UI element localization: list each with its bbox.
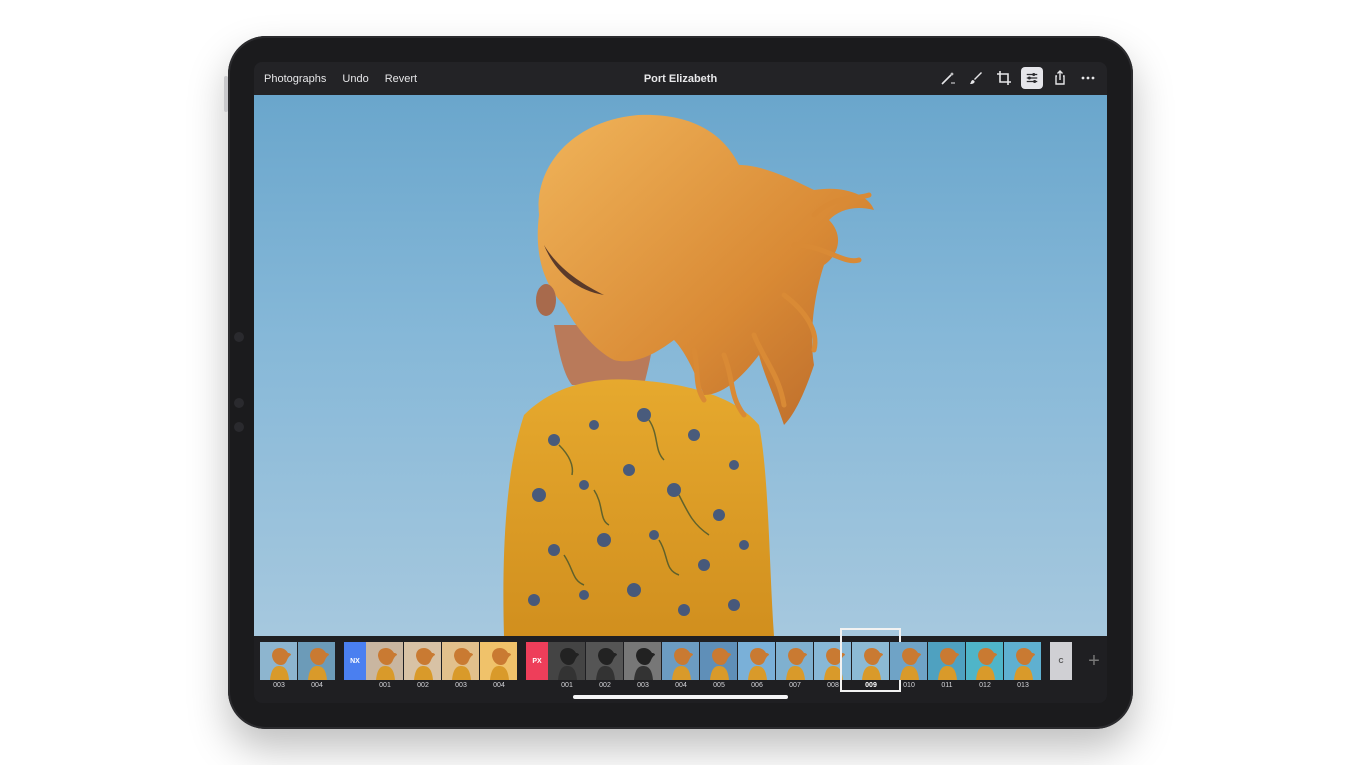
more-icon[interactable]	[1077, 67, 1099, 89]
brush-icon[interactable]	[965, 67, 987, 89]
filter-group-tag[interactable]: C	[1050, 642, 1072, 680]
home-indicator[interactable]	[573, 695, 788, 699]
revert-button[interactable]: Revert	[385, 73, 417, 85]
camera-dot	[234, 332, 244, 342]
filter-thumbnail[interactable]	[662, 642, 699, 680]
filter-thumbnail-label: 003	[273, 682, 285, 689]
filter-thumbnail-label: 012	[979, 682, 991, 689]
portrait-photo	[503, 114, 874, 636]
filter-thumbnail[interactable]	[928, 642, 965, 680]
ipad-device: Photographs Undo Revert Port Elizabeth 0…	[224, 36, 1133, 729]
volume-button	[224, 76, 228, 112]
sensor-dot	[234, 422, 244, 432]
filter-thumbnail[interactable]	[442, 642, 479, 680]
filter-thumbnail[interactable]	[548, 642, 585, 680]
undo-button[interactable]: Undo	[342, 73, 368, 85]
filter-thumbnail[interactable]	[966, 642, 1003, 680]
magic-wand-icon[interactable]	[937, 67, 959, 89]
filter-thumbnail-label: 010	[903, 682, 915, 689]
filter-thumbnail-label: 004	[675, 682, 687, 689]
filter-thumbnail[interactable]	[260, 642, 297, 680]
filter-thumbnail-label: 011	[941, 682, 953, 689]
photo-canvas[interactable]	[254, 95, 1107, 636]
filter-filmstrip[interactable]: 003 004 NX 001 002 003 004 PX 001 002 003 004 005 006…	[254, 628, 1107, 703]
filter-thumbnail-label: 001	[561, 682, 573, 689]
filter-thumbnail-label: 004	[493, 682, 505, 689]
filter-thumbnail[interactable]	[700, 642, 737, 680]
filter-thumbnail-label: 007	[789, 682, 801, 689]
filter-thumbnail-label: 002	[417, 682, 429, 689]
filter-thumbnail[interactable]	[776, 642, 813, 680]
filter-thumbnail[interactable]	[298, 642, 335, 680]
filter-thumbnail[interactable]	[890, 642, 927, 680]
filter-thumbnail-label: 001	[379, 682, 391, 689]
filter-group-tag[interactable]: PX	[526, 642, 548, 680]
filter-thumbnail-label: 003	[455, 682, 467, 689]
app-screen: Photographs Undo Revert Port Elizabeth 0…	[254, 62, 1107, 703]
filter-thumbnail[interactable]	[624, 642, 661, 680]
add-filter-button[interactable]: +	[1082, 646, 1106, 676]
filter-thumbnail[interactable]	[1004, 642, 1041, 680]
adjustments-icon[interactable]	[1021, 67, 1043, 89]
filter-thumbnail-label: 003	[637, 682, 649, 689]
toolbar-left: Photographs Undo Revert	[264, 73, 417, 85]
crop-icon[interactable]	[993, 67, 1015, 89]
filter-thumbnail[interactable]	[480, 642, 517, 680]
sensor-dot	[234, 398, 244, 408]
filter-thumbnail-label: 004	[311, 682, 323, 689]
filter-thumbnail-label: 013	[1017, 682, 1029, 689]
photographs-button[interactable]: Photographs	[264, 73, 326, 85]
share-icon[interactable]	[1049, 67, 1071, 89]
filter-group-tag[interactable]: NX	[344, 642, 366, 680]
filter-thumbnail-label: 005	[713, 682, 725, 689]
filter-thumbnail[interactable]	[586, 642, 623, 680]
filter-thumbnail[interactable]	[366, 642, 403, 680]
filter-thumbnail[interactable]	[738, 642, 775, 680]
filter-thumbnail-label: 002	[599, 682, 611, 689]
filter-thumbnail-label: 006	[751, 682, 763, 689]
toolbar: Photographs Undo Revert Port Elizabeth	[254, 62, 1107, 95]
toolbar-right	[937, 67, 1099, 89]
filter-thumbnail[interactable]	[404, 642, 441, 680]
